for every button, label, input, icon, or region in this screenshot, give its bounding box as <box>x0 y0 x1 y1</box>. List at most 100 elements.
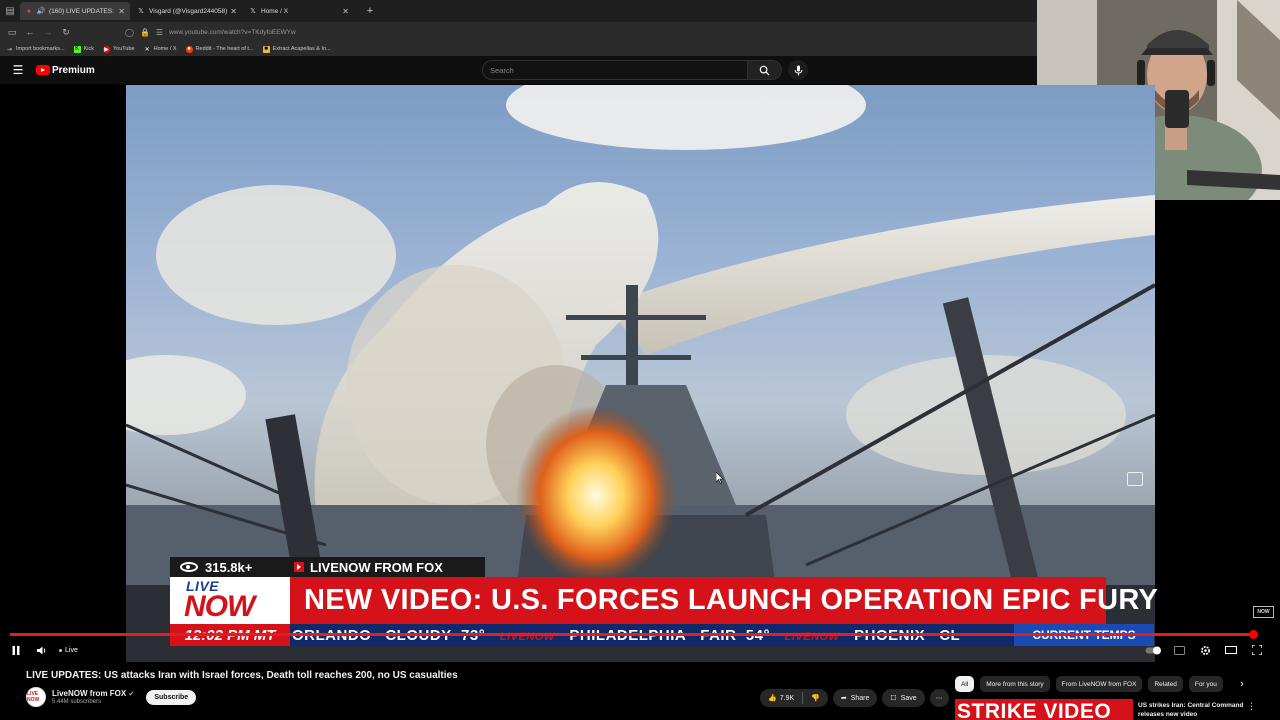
x-icon: 𝕏 <box>138 8 144 15</box>
share-label: Share <box>850 694 870 702</box>
subtitles-icon <box>1173 645 1185 655</box>
tab-x-profile[interactable]: 𝕏 Visgard (@Visgard244058) / X ✕ <box>132 2 242 20</box>
search-icon <box>759 65 770 76</box>
bookmark-label: Home / X <box>153 46 177 52</box>
tab-x-home[interactable]: 𝕏 Home / X ✕ <box>244 2 354 20</box>
like-dislike-group: 👍 7.9K 👎 <box>760 689 828 707</box>
arrow-icon <box>294 562 304 572</box>
recommended-thumbnail[interactable]: STRIKE VIDEO <box>955 699 1133 720</box>
video-actions: 👍 7.9K 👎 ➦ Share ☐ Save ⋯ <box>760 689 949 707</box>
more-icon: ⋯ <box>935 695 943 702</box>
live-indicator[interactable]: Live <box>59 647 78 654</box>
share-button[interactable]: ➦ Share <box>832 689 878 707</box>
channel-avatar[interactable]: LIVE NOW <box>26 687 46 707</box>
livenow-logo: LIVE NOW <box>170 577 290 624</box>
x-icon: 𝕏 <box>250 8 256 15</box>
viewer-count: 315.8k+ <box>170 557 288 577</box>
source-text: LIVENOW FROM FOX <box>310 559 443 575</box>
recommended-title[interactable]: US strikes Iran: Central Command release… <box>1138 701 1248 719</box>
like-button[interactable]: 👍 7.9K <box>768 694 795 703</box>
subtitles-button[interactable] <box>1166 640 1192 660</box>
chip-more-from-story[interactable]: More from this story <box>980 676 1050 692</box>
browser-nav-bar: ▭ ← → ↻ ◯ 🔒 ☰ www.youtube.com/watch?v=TK… <box>0 22 1037 42</box>
speaker-icon[interactable]: 🔊 <box>37 7 46 15</box>
now-text: NOW <box>184 590 255 623</box>
bookmark-kick[interactable]: K Kick <box>73 45 94 53</box>
pause-button[interactable] <box>3 640 29 660</box>
theater-mode-button[interactable] <box>1218 640 1244 660</box>
tab-youtube[interactable]: ● 🔊 (160) LIVE UPDATES: US atta ✕ <box>20 2 130 20</box>
like-count: 7.9K <box>779 694 795 702</box>
gear-icon <box>1200 645 1210 655</box>
bookmark-label: Import bookmarks... <box>16 46 65 52</box>
close-tab-icon[interactable]: ✕ <box>342 7 349 16</box>
subscriber-count: 5.44M subscribers <box>52 699 102 705</box>
eye-icon <box>180 562 198 572</box>
search-button[interactable] <box>748 60 782 80</box>
volume-button[interactable] <box>29 640 55 660</box>
settings-button[interactable] <box>1192 640 1218 660</box>
url-text[interactable]: www.youtube.com/watch?v=TKdyfoEEWYw <box>169 29 296 36</box>
new-tab-icon[interactable]: + <box>362 5 378 17</box>
chip-for-you[interactable]: For you <box>1188 676 1223 692</box>
close-tab-icon[interactable]: ✕ <box>118 7 125 16</box>
tab-actions-icon[interactable]: ▤ <box>0 0 20 22</box>
bookmark-reddit[interactable]: ● Reddit - The heart of t... <box>185 45 254 53</box>
bookmark-import[interactable]: ⇥ Import bookmarks... <box>6 46 65 53</box>
player-controls: Live <box>0 640 1280 660</box>
tab-label: Visgard (@Visgard244058) / X <box>149 7 228 15</box>
microphone-icon <box>794 65 802 75</box>
verified-icon: ✔ <box>128 691 135 698</box>
miniplayer-expand-icon[interactable] <box>1127 472 1143 486</box>
progress-scrubber[interactable] <box>1249 630 1259 639</box>
chip-all[interactable]: All <box>955 676 975 692</box>
voice-search-button[interactable] <box>788 60 808 80</box>
bookmark-folder[interactable]: ■ Extract Acapellas & In... <box>262 45 331 53</box>
tab-label: (160) LIVE UPDATES: US atta <box>49 7 115 15</box>
autoplay-toggle[interactable] <box>1140 640 1166 660</box>
back-icon[interactable]: ← <box>21 23 39 41</box>
youtube-header: ☰ Premium Search <box>0 56 1037 84</box>
bookmark-label: Kick <box>83 46 94 52</box>
viewer-count-text: 315.8k+ <box>205 559 253 575</box>
youtube-icon: ▶ <box>103 45 110 53</box>
save-button[interactable]: ☐ Save <box>882 689 925 707</box>
theater-icon <box>1225 646 1237 654</box>
forward-icon[interactable]: → <box>39 23 57 41</box>
subscribe-button[interactable]: Subscribe <box>146 689 197 705</box>
player-right-controls <box>1140 640 1270 660</box>
progress-bar[interactable] <box>10 630 1259 639</box>
chyron-headline: NEW VIDEO: U.S. FORCES LAUNCH OPERATION … <box>290 577 1158 624</box>
live-label: Live <box>65 646 78 654</box>
folder-icon: ■ <box>262 45 270 53</box>
more-vert-icon[interactable]: ⋮ <box>1247 701 1256 712</box>
bookmark-icon: ☐ <box>890 695 897 702</box>
chip-from-channel[interactable]: From LiveNOW from FOX <box>1055 676 1143 692</box>
recommended-video[interactable]: STRIKE VIDEO US strikes Iran: Central Co… <box>955 699 1260 720</box>
close-tab-icon[interactable]: ✕ <box>230 7 237 16</box>
shield-icon[interactable]: ◯ <box>125 28 134 37</box>
search-input[interactable]: Search <box>482 60 748 80</box>
bookmark-youtube[interactable]: ▶ YouTube <box>103 45 135 53</box>
sidebar-toggle-icon[interactable]: ▭ <box>3 23 21 41</box>
chyron-top-bar: 315.8k+ LIVENOW FROM FOX <box>170 557 485 577</box>
address-bar[interactable]: ◯ 🔒 ☰ www.youtube.com/watch?v=TKdyfoEEWY… <box>125 24 296 40</box>
reload-icon[interactable]: ↻ <box>57 23 75 41</box>
lock-icon[interactable]: 🔒 <box>140 28 150 37</box>
site-settings-icon[interactable]: ☰ <box>156 28 163 37</box>
bookmark-x-home[interactable]: ✕ Home / X <box>144 46 177 53</box>
youtube-logo[interactable]: Premium <box>36 65 95 76</box>
more-actions-button[interactable]: ⋯ <box>929 689 949 707</box>
pause-icon <box>12 645 20 655</box>
chevron-right-icon[interactable]: › <box>1234 676 1250 692</box>
video-title: LIVE UPDATES: US attacks Iran with Israe… <box>26 670 458 681</box>
bookmarks-bar: ⇥ Import bookmarks... K Kick ▶ YouTube ✕ Hom… <box>0 42 1037 56</box>
thumbs-down-icon[interactable]: 👎 <box>811 694 820 702</box>
menu-icon[interactable]: ☰ <box>0 63 36 77</box>
bookmark-label: YouTube <box>113 46 135 52</box>
reddit-icon: ● <box>185 45 193 53</box>
fullscreen-button[interactable] <box>1244 640 1270 660</box>
channel-name-text[interactable]: LiveNOW from FOX <box>52 689 126 698</box>
channel-name[interactable]: LiveNOW from FOX ✔ <box>52 689 134 698</box>
chip-related[interactable]: Related <box>1148 676 1183 692</box>
